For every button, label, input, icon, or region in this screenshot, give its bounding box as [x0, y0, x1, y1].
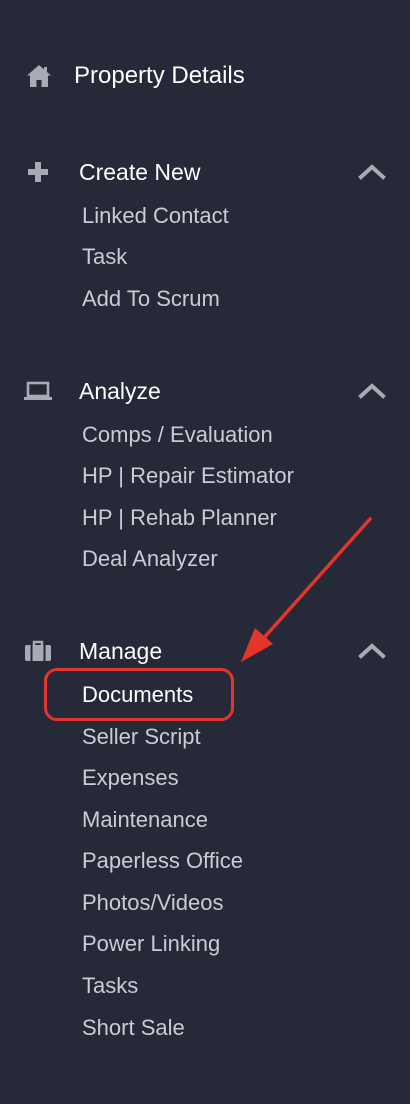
nav-item-rehab-planner[interactable]: HP | Rehab Planner [82, 503, 277, 533]
nav-item-linked-contact[interactable]: Linked Contact [82, 201, 229, 231]
property-details-label: Property Details [74, 62, 245, 89]
laptop-icon [23, 379, 53, 403]
section-create-new[interactable]: Create New [0, 155, 410, 189]
chevron-up-icon[interactable] [358, 640, 386, 662]
nav-item-maintenance[interactable]: Maintenance [82, 805, 208, 835]
nav-item-tasks[interactable]: Tasks [82, 971, 138, 1001]
section-manage[interactable]: Manage [0, 634, 410, 668]
nav-item-repair-estimator[interactable]: HP | Repair Estimator [82, 461, 294, 491]
section-create-new-label: Create New [79, 159, 201, 185]
nav-item-documents[interactable]: Documents [82, 680, 193, 710]
briefcase-icon [23, 639, 53, 663]
nav-item-property-details[interactable]: Property Details [0, 58, 410, 94]
nav-item-power-linking[interactable]: Power Linking [82, 929, 220, 959]
nav-item-task[interactable]: Task [82, 242, 127, 272]
nav-item-comps-evaluation[interactable]: Comps / Evaluation [82, 420, 273, 450]
nav-item-deal-analyzer[interactable]: Deal Analyzer [82, 544, 218, 574]
chevron-up-icon[interactable] [358, 380, 386, 402]
home-icon [26, 64, 52, 88]
section-analyze[interactable]: Analyze [0, 374, 410, 408]
nav-item-short-sale[interactable]: Short Sale [82, 1013, 185, 1043]
sidebar-nav: Property Details Create New Linked Conta… [0, 0, 410, 1104]
nav-item-photos-videos[interactable]: Photos/Videos [82, 888, 223, 918]
nav-item-add-to-scrum[interactable]: Add To Scrum [82, 284, 220, 314]
nav-item-expenses[interactable]: Expenses [82, 763, 179, 793]
nav-item-seller-script[interactable]: Seller Script [82, 722, 201, 752]
section-manage-label: Manage [79, 638, 163, 664]
chevron-up-icon[interactable] [358, 161, 386, 183]
nav-item-paperless-office[interactable]: Paperless Office [82, 846, 243, 876]
section-analyze-label: Analyze [79, 378, 161, 404]
plus-icon [23, 160, 53, 184]
